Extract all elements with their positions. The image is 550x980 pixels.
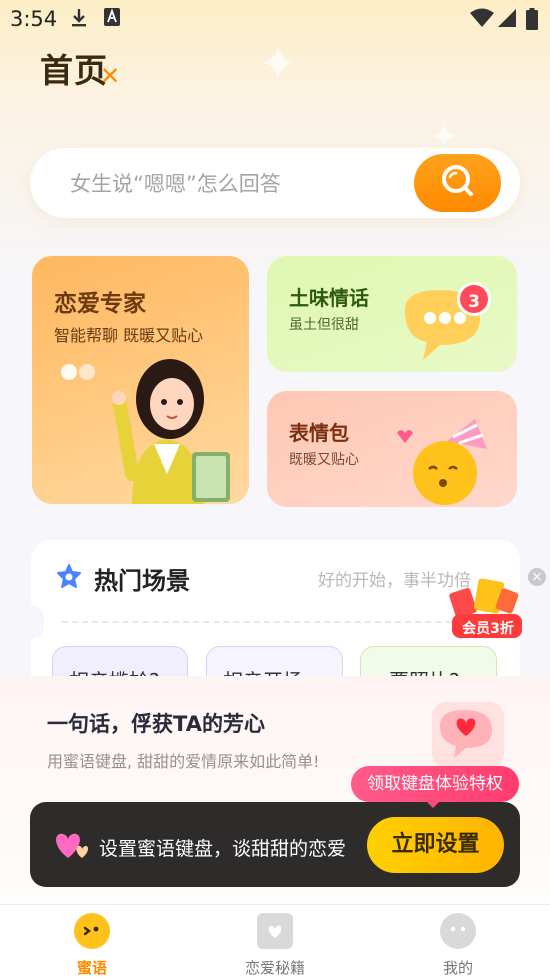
tuwei-subtitle: 虽土但很甜 <box>289 317 359 333</box>
star-icon <box>56 563 82 593</box>
title-sparkle-icon: ✕ <box>100 62 121 90</box>
font-icon <box>104 8 120 30</box>
divider <box>62 621 502 623</box>
vip-promo-float[interactable]: 会员3折 <box>446 576 526 642</box>
emoji-subtitle: 既暖又贴心 <box>289 452 359 468</box>
sparkle-decoration: ✦ <box>258 36 299 92</box>
vip-promo-label: 会员3折 <box>462 621 514 637</box>
search-button[interactable] <box>414 154 501 212</box>
battery-icon <box>526 8 538 34</box>
heart-chat-icon <box>432 702 504 768</box>
keyboard-bar-text: 设置蜜语键盘，谈甜甜的恋爱 <box>99 838 347 860</box>
keyboard-subtitle: 用蜜语键盘, 甜甜的爱情原来如此简单! <box>47 752 320 771</box>
tuwei-badge: 3 <box>457 282 491 316</box>
profile-face-icon <box>440 913 476 949</box>
expert-woman-illustration <box>92 344 242 504</box>
keyboard-trial-tip[interactable]: 领取键盘体验特权 <box>351 766 519 802</box>
status-time: 3:54 <box>10 7 58 31</box>
tuwei-title: 土味情话 <box>289 286 369 310</box>
nav-item-mine[interactable]: 我的 <box>403 905 513 980</box>
love-expert-subtitle: 智能帮聊 既暖又贴心 <box>54 326 204 345</box>
tip-arrow <box>425 800 441 808</box>
party-face-icon <box>387 413 502 507</box>
nav-label: 我的 <box>442 959 473 977</box>
love-expert-card[interactable]: 恋爱专家 智能帮聊 既暖又贴心 <box>32 256 249 504</box>
love-expert-title: 恋爱专家 <box>54 291 146 317</box>
keyboard-title: 一句话，俘获TA的芳心 <box>47 712 265 736</box>
nav-item-love-guide[interactable]: 恋爱秘籍 <box>220 905 330 980</box>
wifi-icon <box>470 8 494 32</box>
search-bar[interactable] <box>30 148 520 218</box>
emoji-pack-card[interactable]: 表情包 既暖又贴心 <box>267 391 517 507</box>
search-icon <box>438 161 478 205</box>
nav-item-miyu[interactable]: 蜜语 <box>37 905 147 980</box>
chat-face-icon <box>74 913 110 949</box>
emoji-title: 表情包 <box>289 421 349 445</box>
signal-icon <box>498 8 516 32</box>
status-bar: 3:54 <box>0 0 550 38</box>
download-icon <box>70 8 88 32</box>
hot-scenes-title: 热门场景 <box>94 567 190 595</box>
bottom-nav: 蜜语 恋爱秘籍 我的 <box>0 904 550 980</box>
setup-now-button[interactable]: 立即设置 <box>367 817 504 873</box>
tuwei-love-card[interactable]: 土味情话 虽土但很甜 3 <box>267 256 517 372</box>
nav-label: 恋爱秘籍 <box>244 959 305 977</box>
hearts-icon <box>50 828 92 866</box>
nav-label: 蜜语 <box>76 959 107 977</box>
book-heart-icon <box>257 913 293 949</box>
close-icon[interactable]: × <box>528 568 546 586</box>
search-input[interactable] <box>68 166 402 202</box>
page-title: 首页 <box>40 51 108 90</box>
panel-notch <box>18 605 44 639</box>
